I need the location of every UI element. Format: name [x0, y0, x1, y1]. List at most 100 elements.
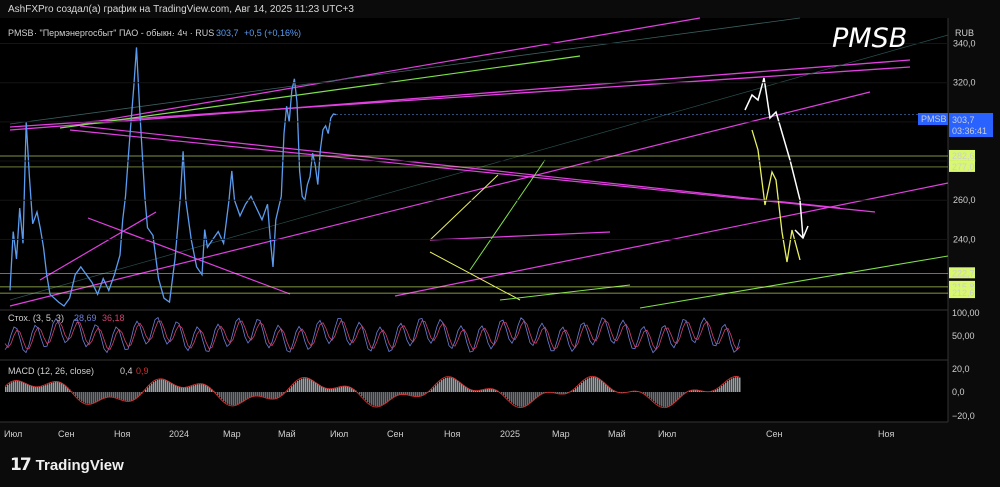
macd-bar	[103, 392, 105, 399]
macd-bar	[527, 392, 529, 405]
time-axis[interactable]: Июл Сен Ноя 2024 Мар Май Июл Сен Ноя 2025 Мар Май Ию…	[4, 429, 895, 439]
macd-bar	[531, 392, 533, 402]
macd-bar	[307, 378, 309, 392]
macd-bar	[91, 392, 93, 404]
macd-bar	[21, 381, 23, 392]
macd-bar	[175, 385, 177, 392]
macd-bar	[439, 381, 441, 392]
macd-bar	[735, 377, 737, 392]
macd-bar	[193, 385, 195, 392]
macd-bar	[655, 392, 657, 403]
macd-bar	[7, 384, 9, 392]
macd-bar	[17, 381, 19, 392]
macd-bar	[117, 392, 119, 399]
time-tick-label: 2024	[169, 429, 189, 439]
macd-bar	[159, 379, 161, 392]
macd-bar	[9, 383, 11, 392]
macd-bar	[201, 384, 203, 392]
macd-bar	[723, 384, 725, 392]
macd-bar	[737, 377, 739, 392]
macd-bar	[107, 392, 109, 398]
macd-bar	[313, 381, 315, 392]
macd-bar	[43, 385, 45, 392]
y-tick-label: 240,0	[953, 234, 976, 244]
macd-bar	[417, 392, 419, 397]
macd-bar	[365, 392, 367, 401]
macd-bar	[509, 392, 511, 401]
macd-bar	[123, 392, 125, 401]
macd-bar	[179, 386, 181, 392]
price-tag-countdown: 03:36:41	[952, 126, 987, 136]
macd-bar	[41, 386, 43, 392]
macd-bar	[719, 387, 721, 392]
macd-label: MACD (12, 26, close)	[8, 366, 94, 376]
macd-bar	[367, 392, 369, 402]
time-tick-label: Июл	[330, 429, 348, 439]
macd-bar	[75, 392, 77, 396]
macd-bar	[453, 378, 455, 392]
macd-bar	[157, 379, 159, 392]
macd-bar	[87, 392, 89, 404]
macd-bar	[599, 379, 601, 392]
macd-bar	[671, 392, 673, 405]
macd-bar	[651, 392, 653, 400]
time-tick-label: Июл	[658, 429, 676, 439]
macd-bar	[131, 392, 133, 401]
macd-bar	[59, 382, 61, 392]
macd-bar	[335, 388, 337, 392]
stoch-label: Стох. (3, 5, 3)	[8, 313, 64, 323]
macd-bar	[443, 378, 445, 392]
macd-bar	[483, 389, 485, 392]
macd-bar	[431, 389, 433, 392]
macd-bar	[189, 386, 191, 392]
macd-bar	[121, 392, 123, 400]
macd-bar	[33, 386, 35, 392]
macd-bar	[199, 384, 201, 392]
macd-bar	[343, 386, 345, 392]
macd-bar	[5, 386, 7, 392]
macd-bar	[593, 377, 595, 392]
macd-bar	[669, 392, 671, 406]
macd-bar	[125, 392, 127, 401]
macd-bar	[167, 381, 169, 392]
watermark-ticker: PMSB	[832, 23, 908, 54]
time-tick-label: Сен	[766, 429, 783, 439]
macd-bar	[133, 392, 135, 400]
macd-bar	[249, 392, 251, 398]
macd-bar	[19, 381, 21, 392]
tradingview-brand: TradingView	[35, 456, 124, 474]
macd-bar	[27, 384, 29, 392]
macd-bar	[523, 392, 525, 407]
macd-bar	[437, 383, 439, 392]
macd-bar	[657, 392, 659, 405]
macd-bar	[11, 382, 13, 392]
macd-bar	[583, 381, 585, 392]
macd-bar	[517, 392, 519, 407]
macd-bar	[595, 377, 597, 392]
tradingview-logo[interactable]: 17 TradingView	[10, 455, 124, 475]
level-tag-label: 282,6	[952, 151, 975, 161]
macd-bar	[487, 388, 489, 392]
macd-bar	[727, 381, 729, 392]
macd-bar	[205, 385, 207, 392]
currency-label: RUB	[955, 28, 974, 38]
macd-bar	[241, 392, 243, 403]
macd-bar	[237, 392, 239, 405]
macd-bar	[291, 386, 293, 392]
macd-bar	[441, 380, 443, 392]
macd-bar	[39, 386, 41, 392]
legend-timeframe: · 4ч · RUS	[172, 28, 214, 38]
macd-bar	[325, 388, 327, 392]
macd-bar	[649, 392, 651, 398]
macd-bar	[61, 383, 63, 392]
y-tick-label: 320,0	[953, 78, 976, 88]
chart-canvas[interactable]: PMSB · "Пермэнергосбыт" ПАО - обыкн. · 4…	[0, 0, 1000, 487]
macd-bar	[57, 382, 59, 392]
macd-bar	[23, 382, 25, 392]
macd-bar	[273, 392, 275, 399]
macd-bar	[53, 382, 55, 392]
macd-bar	[447, 377, 449, 392]
macd-bar	[435, 385, 437, 392]
macd-bar	[369, 392, 371, 404]
macd-bar	[513, 392, 515, 405]
